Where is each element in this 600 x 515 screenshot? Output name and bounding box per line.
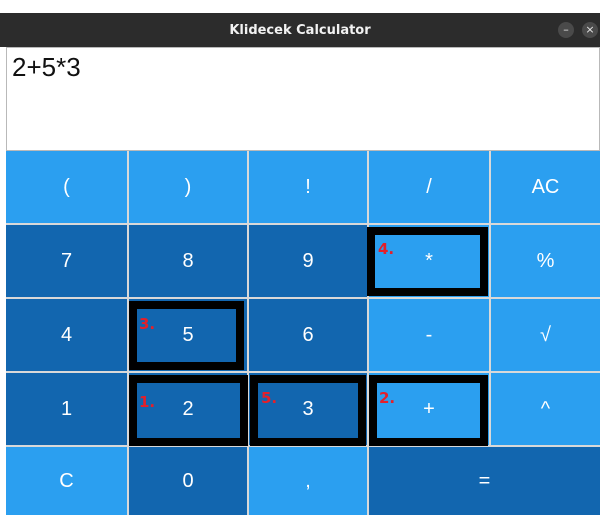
window-title: Klidecek Calculator: [229, 22, 371, 38]
key-0[interactable]: 0: [129, 447, 247, 515]
key-7[interactable]: 7: [6, 225, 127, 297]
annotation-label-5: 5.: [261, 389, 278, 407]
annotation-label-4: 4.: [378, 240, 395, 258]
key-8[interactable]: 8: [129, 225, 247, 297]
key-multiply[interactable]: *: [369, 225, 489, 297]
key-5[interactable]: 5: [129, 299, 247, 371]
key-plus[interactable]: +: [369, 373, 489, 445]
minimize-button[interactable]: –: [558, 22, 574, 38]
key-close-paren[interactable]: ): [129, 151, 247, 223]
close-button[interactable]: ×: [582, 22, 598, 38]
key-comma[interactable]: ,: [249, 447, 367, 515]
key-open-paren[interactable]: (: [6, 151, 127, 223]
key-minus[interactable]: -: [369, 299, 489, 371]
key-sqrt[interactable]: √: [491, 299, 600, 371]
key-all-clear[interactable]: AC: [491, 151, 600, 223]
key-3[interactable]: 3: [249, 373, 367, 445]
annotation-label-3: 3.: [139, 315, 156, 333]
key-4[interactable]: 4: [6, 299, 127, 371]
key-1[interactable]: 1: [6, 373, 127, 445]
key-6[interactable]: 6: [249, 299, 367, 371]
key-equals[interactable]: =: [369, 447, 600, 515]
calculator-display[interactable]: 2+5*3: [6, 47, 600, 151]
title-bar: Klidecek Calculator – ×: [0, 13, 600, 47]
key-percent[interactable]: %: [491, 225, 600, 297]
key-power[interactable]: ^: [491, 373, 600, 445]
expression-text: 2+5*3: [12, 52, 81, 82]
annotation-label-2: 2.: [379, 389, 396, 407]
key-divide[interactable]: /: [369, 151, 489, 223]
key-clear[interactable]: C: [6, 447, 127, 515]
key-9[interactable]: 9: [249, 225, 367, 297]
keypad: ( ) ! / AC 7 8 9 * % 4 5 6 - √ 1 2 3 + ^…: [6, 151, 600, 515]
key-factorial[interactable]: !: [249, 151, 367, 223]
annotation-label-1: 1.: [139, 393, 156, 411]
